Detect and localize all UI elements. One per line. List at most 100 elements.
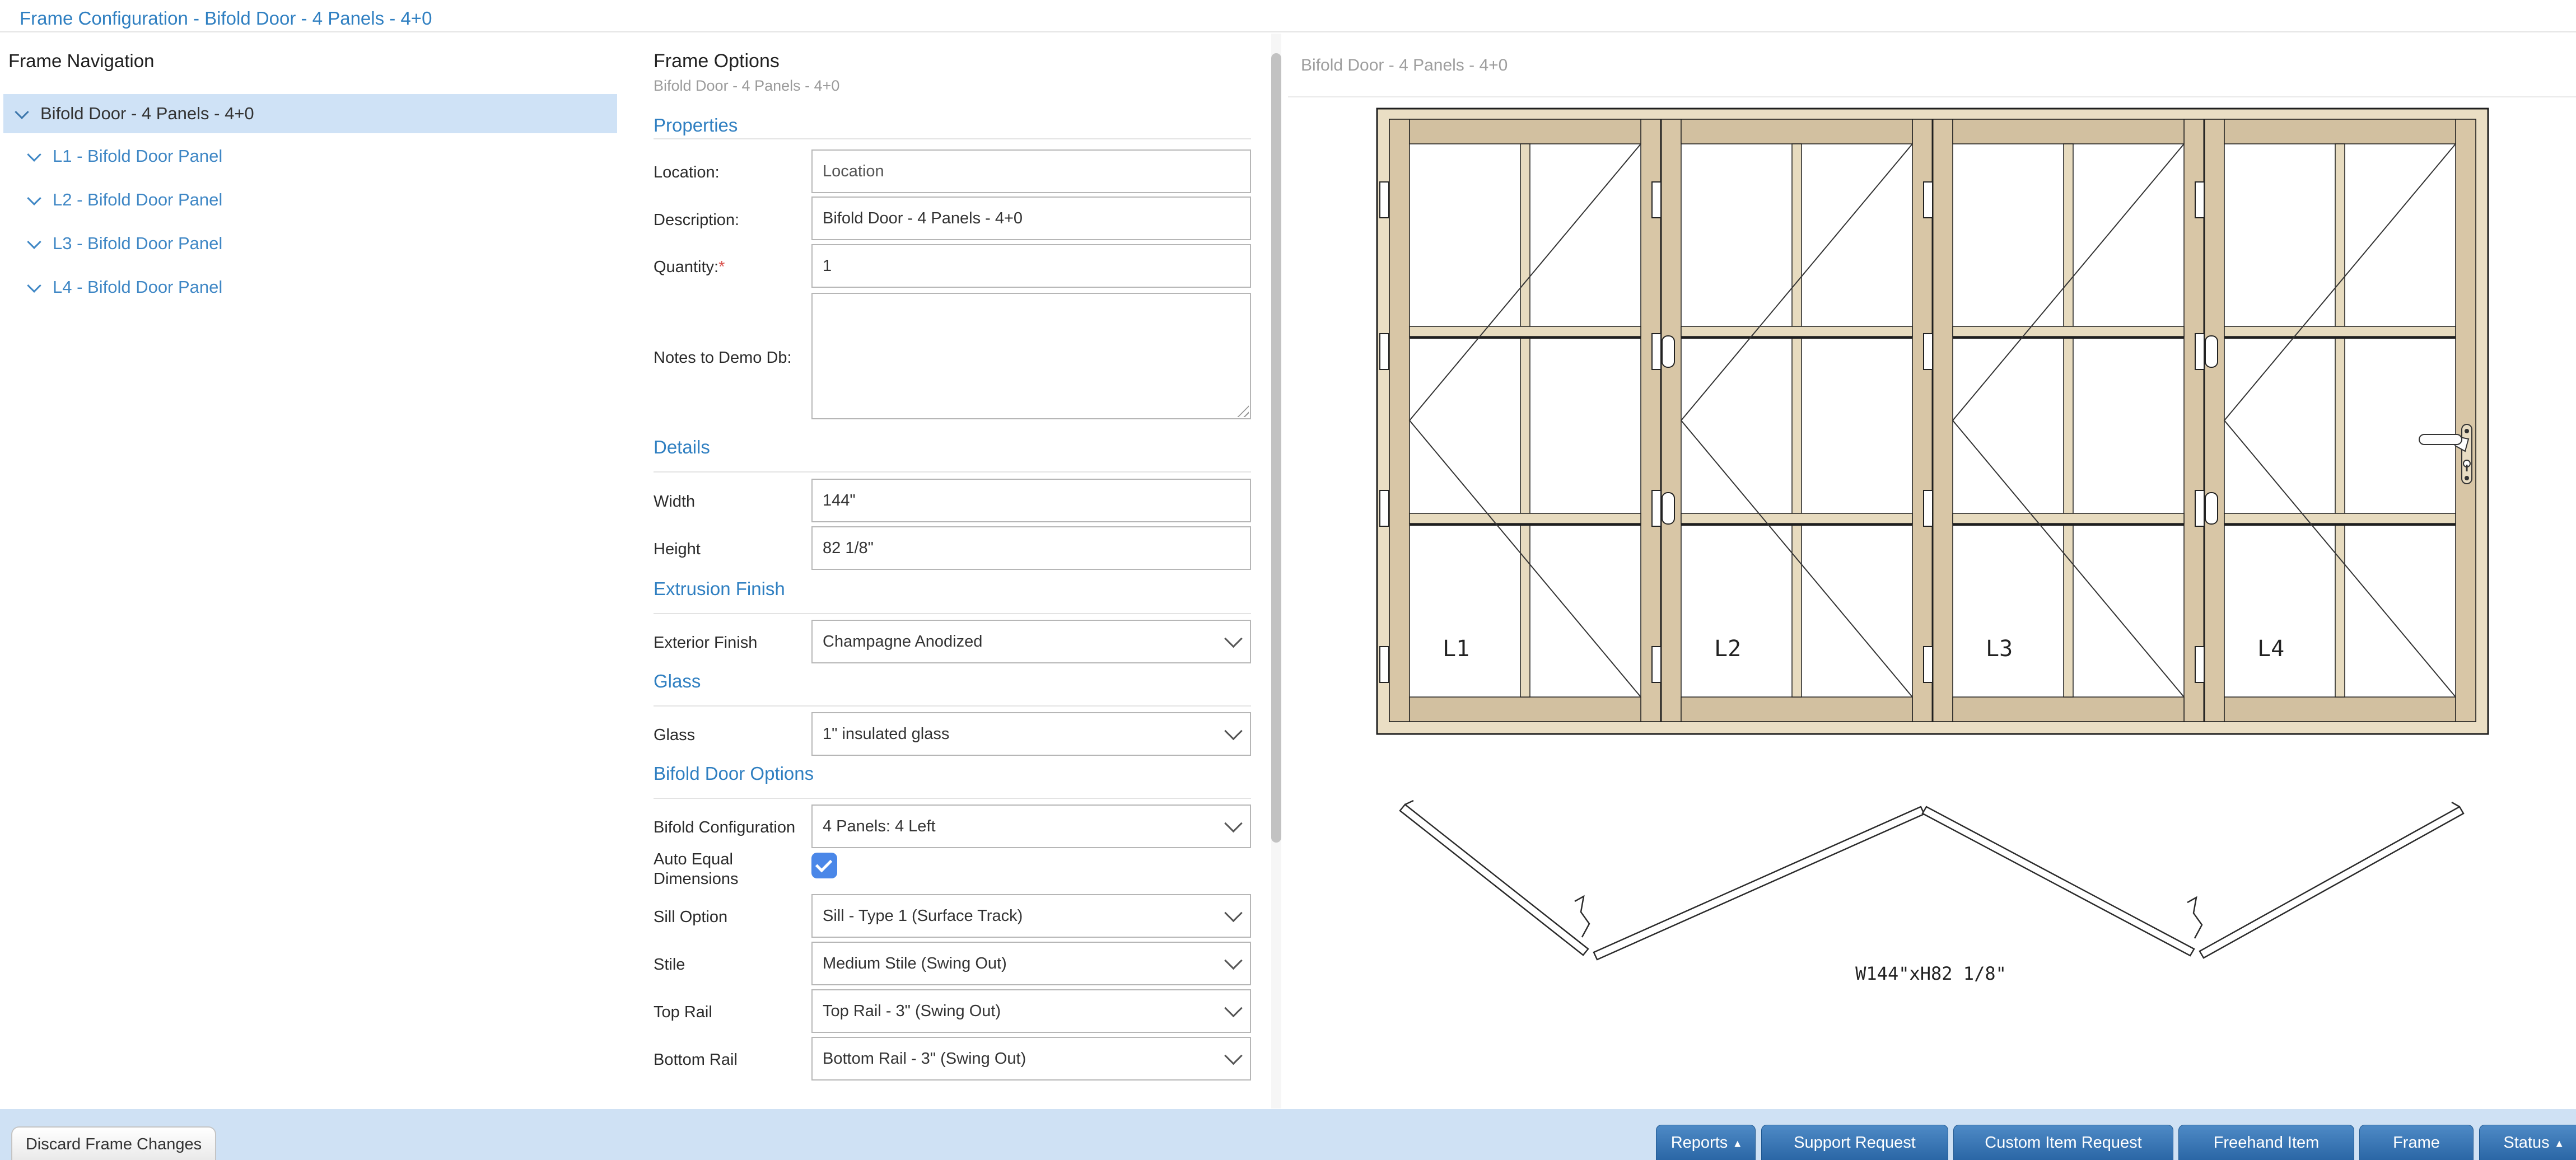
chevron-down-icon[interactable] xyxy=(15,105,29,119)
section-divider xyxy=(654,613,1251,614)
tree-item-l1[interactable]: L1 - Bifold Door Panel xyxy=(3,137,617,176)
section-divider xyxy=(654,138,1251,139)
section-divider xyxy=(654,471,1251,473)
height-label: Height xyxy=(654,540,701,558)
button-label: Freehand Item xyxy=(2213,1134,2320,1152)
width-input[interactable] xyxy=(811,479,1251,522)
bifold-configuration-select[interactable]: 4 Panels: 4 Left xyxy=(811,804,1251,848)
tree-item-label: L1 - Bifold Door Panel xyxy=(53,146,223,166)
check-icon xyxy=(815,855,832,873)
bottom-rail-label: Bottom Rail xyxy=(654,1051,738,1069)
chevron-down-icon[interactable] xyxy=(27,147,41,162)
frame-navigation-heading: Frame Navigation xyxy=(8,50,155,71)
panel-label-l2: L2 xyxy=(1714,636,1741,662)
custom-item-request-button[interactable]: Custom Item Request xyxy=(1953,1125,2173,1160)
discard-frame-changes-button[interactable]: Discard Frame Changes xyxy=(11,1126,216,1160)
frame-button[interactable]: Frame xyxy=(2359,1125,2474,1160)
chevron-down-icon xyxy=(1224,999,1243,1017)
frame-options-heading: Frame Options xyxy=(654,50,780,72)
fold-plan-view xyxy=(1399,799,2465,961)
quantity-input[interactable] xyxy=(811,244,1251,288)
section-extrusion-finish: Extrusion Finish xyxy=(654,578,785,599)
top-rail-label: Top Rail xyxy=(654,1003,712,1021)
bottom-rail-select[interactable]: Bottom Rail - 3" (Swing Out) xyxy=(811,1037,1251,1081)
chevron-down-icon[interactable] xyxy=(27,235,41,249)
sill-option-label: Sill Option xyxy=(654,908,728,926)
top-rail-select[interactable]: Top Rail - 3" (Swing Out) xyxy=(811,989,1251,1033)
tree-item-l2[interactable]: L2 - Bifold Door Panel xyxy=(3,180,617,219)
exterior-finish-label: Exterior Finish xyxy=(654,634,758,652)
caret-up-icon: ▴ xyxy=(1734,1135,1741,1150)
select-value: Bottom Rail - 3" (Swing Out) xyxy=(823,1049,1026,1068)
header-divider xyxy=(0,31,2576,32)
height-input[interactable] xyxy=(811,526,1251,570)
form-scrollbar-thumb[interactable] xyxy=(1271,53,1281,843)
panel-label-l4: L4 xyxy=(2257,636,2284,662)
bifold-configuration-label: Bifold Configuration xyxy=(654,818,796,836)
tree-item-label: L2 - Bifold Door Panel xyxy=(53,190,223,209)
tree-item-frame-root[interactable]: Bifold Door - 4 Panels - 4+0 xyxy=(3,94,617,133)
button-label: Frame xyxy=(2393,1134,2440,1152)
description-label: Description: xyxy=(654,211,740,229)
auto-equal-dimensions-label: Auto Equal Dimensions xyxy=(654,850,739,888)
button-label: Reports xyxy=(1670,1134,1728,1152)
tree-item-l3[interactable]: L3 - Bifold Door Panel xyxy=(3,224,617,263)
panel-label-l1: L1 xyxy=(1443,636,1469,662)
section-divider xyxy=(654,705,1251,707)
section-details: Details xyxy=(654,437,710,457)
notes-label: Notes to Demo Db: xyxy=(654,349,792,367)
quantity-label: Quantity:* xyxy=(654,258,725,276)
section-divider xyxy=(654,798,1251,799)
select-value: Medium Stile (Swing Out) xyxy=(823,954,1007,972)
select-value: 1" insulated glass xyxy=(823,724,950,743)
preview-divider xyxy=(1288,96,2576,97)
reports-button[interactable]: Reports ▴ xyxy=(1656,1125,1756,1160)
select-value: Top Rail - 3" (Swing Out) xyxy=(823,1002,1001,1020)
chevron-down-icon[interactable] xyxy=(27,191,41,205)
tree-item-label: Bifold Door - 4 Panels - 4+0 xyxy=(40,104,254,123)
status-button[interactable]: Status ▴ xyxy=(2479,1125,2576,1160)
chevron-down-icon xyxy=(1224,904,1243,922)
location-label: Location: xyxy=(654,163,720,181)
exterior-finish-select[interactable]: Champagne Anodized xyxy=(811,620,1251,663)
button-label: Status xyxy=(2503,1134,2550,1152)
stile-select[interactable]: Medium Stile (Swing Out) xyxy=(811,942,1251,985)
dimension-label: W144"xH82 1/8" xyxy=(1855,963,2006,984)
select-value: Sill - Type 1 (Surface Track) xyxy=(823,906,1023,925)
panel-label-l3: L3 xyxy=(1986,636,2013,662)
frame-options-subtitle: Bifold Door - 4 Panels - 4+0 xyxy=(654,77,840,94)
frame-configuration-app: Frame Configuration - Bifold Door - 4 Pa… xyxy=(0,0,2576,1160)
glass-select[interactable]: 1" insulated glass xyxy=(811,712,1251,756)
button-label: Custom Item Request xyxy=(1985,1134,2142,1152)
sill-option-select[interactable]: Sill - Type 1 (Surface Track) xyxy=(811,894,1251,938)
description-input[interactable] xyxy=(811,197,1251,240)
notes-textarea[interactable] xyxy=(811,293,1251,419)
chevron-down-icon[interactable] xyxy=(27,278,41,293)
support-request-button[interactable]: Support Request xyxy=(1761,1125,1948,1160)
tree-item-label: L3 - Bifold Door Panel xyxy=(53,233,223,253)
page-title[interactable]: Frame Configuration - Bifold Door - 4 Pa… xyxy=(20,8,432,29)
stile-label: Stile xyxy=(654,956,685,974)
caret-up-icon: ▴ xyxy=(2556,1135,2563,1150)
section-glass: Glass xyxy=(654,671,701,691)
auto-equal-dimensions-checkbox[interactable] xyxy=(811,853,837,878)
section-properties: Properties xyxy=(654,115,738,135)
chevron-down-icon xyxy=(1224,1046,1243,1065)
bifold-door-drawing: L1 L2 L3 L4 W144"xH82 1/8" xyxy=(1376,107,2489,984)
preview-title: Bifold Door - 4 Panels - 4+0 xyxy=(1301,56,1508,74)
section-bifold-door-options: Bifold Door Options xyxy=(654,763,814,784)
tree-item-l4[interactable]: L4 - Bifold Door Panel xyxy=(3,268,617,307)
location-input[interactable] xyxy=(811,149,1251,193)
chevron-down-icon xyxy=(1224,629,1243,648)
freehand-item-button[interactable]: Freehand Item xyxy=(2178,1125,2354,1160)
tree-item-label: L4 - Bifold Door Panel xyxy=(53,277,223,297)
button-label: Support Request xyxy=(1794,1134,1916,1152)
required-asterisk: * xyxy=(718,258,725,276)
chevron-down-icon xyxy=(1224,951,1243,970)
chevron-down-icon xyxy=(1224,814,1243,832)
select-value: 4 Panels: 4 Left xyxy=(823,817,936,835)
width-label: Width xyxy=(654,493,696,511)
chevron-down-icon xyxy=(1224,722,1243,740)
select-value: Champagne Anodized xyxy=(823,632,983,651)
glass-label: Glass xyxy=(654,726,696,744)
